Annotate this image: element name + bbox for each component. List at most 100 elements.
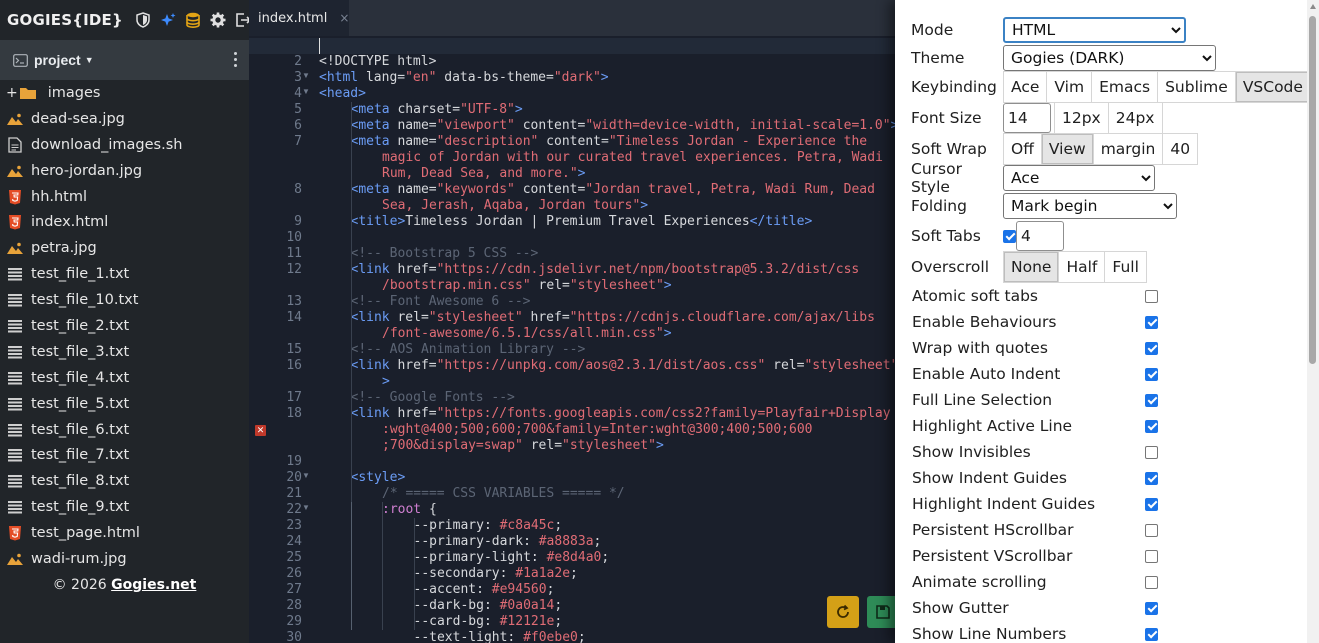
setting-toggle-checkbox[interactable]	[1145, 289, 1158, 303]
chevron-down-icon: ▼	[84, 55, 94, 65]
file-item[interactable]: download_images.sh	[0, 132, 249, 158]
code-line: <meta name="viewport" content="width=dev…	[249, 118, 896, 134]
code-token: ;	[554, 598, 563, 613]
folder-icon	[19, 85, 37, 101]
code-token: <meta	[350, 134, 398, 149]
refresh-button[interactable]	[827, 596, 859, 628]
setting-toggle-checkbox[interactable]	[1145, 523, 1158, 537]
cursor-style-select[interactable]: Ace	[1003, 165, 1155, 191]
keybinding-row: Keybinding Ace Vim Emacs Sublime VSCode	[911, 71, 1311, 103]
code-token: ;	[577, 630, 586, 643]
code-token: {	[421, 502, 437, 517]
code-token: "stylesheet"	[569, 278, 664, 293]
keybinding-option-ace[interactable]: Ace	[1004, 72, 1048, 102]
file-item[interactable]: test_file_6.txt	[0, 417, 249, 443]
file-item[interactable]: test_file_1.txt	[0, 261, 249, 287]
soft-wrap-option-margin[interactable]: margin	[1093, 134, 1164, 164]
code-token: <meta	[350, 182, 398, 197]
theme-select[interactable]: Gogies (DARK)	[1003, 45, 1216, 71]
file-item[interactable]: hero-jordan.jpg	[0, 158, 249, 184]
font-size-option-12px[interactable]: 12px	[1055, 103, 1109, 133]
setting-toggle-checkbox[interactable]	[1145, 393, 1158, 407]
file-name: test_file_4.txt	[31, 369, 130, 386]
code-token: <!-- Bootstrap 5 CSS -->	[350, 246, 539, 261]
code-line: Rum, Dead Sea, and more.">	[249, 166, 895, 182]
code-token: "en"	[405, 70, 437, 85]
project-selector[interactable]: project ▼	[0, 40, 249, 80]
setting-toggle-checkbox[interactable]	[1145, 497, 1158, 511]
overscroll-option-none[interactable]: None	[1004, 252, 1060, 282]
file-item[interactable]: test_file_9.txt	[0, 494, 249, 520]
settings-scrollbar[interactable]	[1307, 0, 1319, 643]
expand-icon[interactable]: +	[6, 85, 18, 101]
setting-toggle-checkbox[interactable]	[1145, 549, 1158, 563]
folding-select[interactable]: Mark begin	[1003, 193, 1177, 219]
indent-guide-active	[350, 502, 352, 630]
code-token: href=	[397, 262, 437, 277]
setting-toggle-row: Show Indent Guides	[912, 466, 1158, 490]
code-token: <!-- AOS Animation Library -->	[350, 342, 586, 357]
file-item[interactable]: petra.jpg	[0, 235, 249, 261]
setting-toggle-checkbox[interactable]	[1145, 627, 1158, 641]
sparkles-icon[interactable]	[160, 12, 176, 28]
setting-toggle-checkbox[interactable]	[1145, 419, 1158, 433]
keybinding-option-vscode[interactable]: VSCode	[1235, 72, 1310, 102]
tab-size-input[interactable]: 4	[1016, 221, 1064, 251]
code-token: name=	[397, 118, 437, 133]
file-item[interactable]: test_file_7.txt	[0, 442, 249, 468]
keybinding-option-emacs[interactable]: Emacs	[1092, 72, 1159, 102]
setting-toggle-checkbox[interactable]	[1145, 471, 1158, 485]
soft-wrap-option-40[interactable]: 40	[1163, 134, 1198, 164]
code-line: <link href="https://fonts.googleapis.com…	[249, 406, 895, 422]
soft-tabs-checkbox[interactable]	[1003, 229, 1016, 243]
file-item[interactable]: test_file_3.txt	[0, 339, 249, 365]
font-size-option-24px[interactable]: 24px	[1108, 103, 1162, 133]
overscroll-option-half[interactable]: Half	[1059, 252, 1106, 282]
cursor-style-row: Cursor Style Ace	[911, 160, 1155, 196]
soft-wrap-option-off[interactable]: Off	[1004, 134, 1042, 164]
gogies-link[interactable]: Gogies.net	[111, 577, 196, 593]
setting-toggle-label: Highlight Active Line	[912, 417, 1073, 435]
file-item[interactable]: index.html	[0, 209, 249, 235]
scroll-up-icon[interactable]	[1310, 4, 1316, 9]
code-line: /* ===== CSS VARIABLES ===== */	[249, 486, 895, 502]
font-size-input[interactable]: 14	[1003, 103, 1051, 133]
setting-toggle-checkbox[interactable]	[1145, 575, 1158, 589]
tab-index-html[interactable]: index.html ×	[249, 0, 349, 36]
database-icon[interactable]	[185, 12, 201, 28]
scrollbar-thumb[interactable]	[1309, 16, 1316, 364]
file-item[interactable]: test_file_5.txt	[0, 391, 249, 417]
code-token: </title>	[749, 214, 813, 229]
setting-toggle-checkbox[interactable]	[1145, 367, 1158, 381]
file-item[interactable]: hh.html	[0, 184, 249, 210]
code-token: /bootstrap.min.css"	[382, 278, 531, 293]
code-token: #f0ebe0	[523, 630, 578, 643]
gear-icon[interactable]	[210, 12, 226, 28]
text-file-icon	[6, 422, 24, 438]
file-item[interactable]: wadi-rum.jpg	[0, 546, 249, 572]
file-item[interactable]: test_file_8.txt	[0, 468, 249, 494]
file-item[interactable]: test_page.html	[0, 520, 249, 546]
font-size-row: Font Size 14 12px 24px	[911, 102, 1163, 134]
setting-toggle-checkbox[interactable]	[1145, 601, 1158, 615]
file-item[interactable]: test_file_10.txt	[0, 287, 249, 313]
save-button[interactable]	[867, 596, 895, 628]
shield-icon[interactable]	[135, 12, 151, 28]
setting-toggle-checkbox[interactable]	[1145, 315, 1158, 329]
code-area[interactable]: 1234567891011121314151617181920212223242…	[249, 37, 895, 643]
folder-item[interactable]: + images	[0, 80, 249, 106]
mode-select[interactable]: HTML	[1003, 17, 1186, 43]
more-options-icon[interactable]	[234, 52, 237, 67]
setting-toggle-checkbox[interactable]	[1145, 341, 1158, 355]
close-icon[interactable]: ×	[339, 11, 349, 25]
file-item[interactable]: test_file_4.txt	[0, 365, 249, 391]
keybinding-option-vim[interactable]: Vim	[1047, 72, 1093, 102]
refresh-icon	[837, 604, 849, 618]
keybinding-option-sublime[interactable]: Sublime	[1158, 72, 1236, 102]
code-line: <!-- Font Awesome 6 -->	[249, 294, 895, 310]
overscroll-option-full[interactable]: Full	[1105, 252, 1146, 282]
setting-toggle-checkbox[interactable]	[1145, 445, 1158, 459]
file-item[interactable]: dead-sea.jpg	[0, 106, 249, 132]
soft-wrap-option-view[interactable]: View	[1041, 134, 1094, 164]
file-item[interactable]: test_file_2.txt	[0, 313, 249, 339]
